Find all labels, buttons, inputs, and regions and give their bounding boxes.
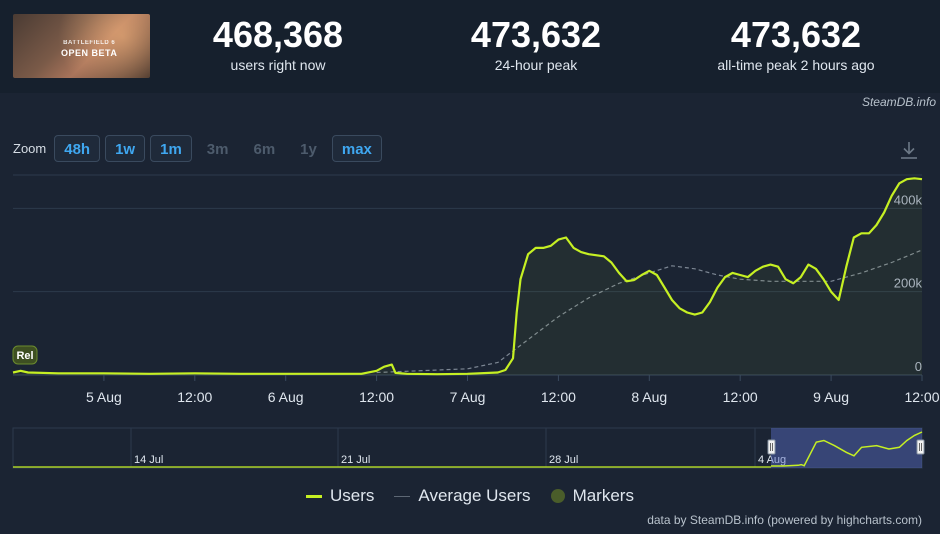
- stat-current: 468,368 users right now: [190, 14, 366, 74]
- legend-users-label: Users: [330, 486, 375, 505]
- banner-logo: BATTLEFIELD 6 OPEN BETA: [61, 38, 117, 58]
- stat-current-label: users right now: [230, 57, 326, 73]
- x-tick-label-5: 12:00: [541, 389, 576, 405]
- x-axis-labels: 5 Aug 12:00 6 Aug 12:00 7 Aug 12:00 8 Aug 12:00…: [86, 375, 940, 405]
- zoom-6m-button: 6m: [253, 140, 276, 158]
- download-icon[interactable]: [898, 139, 920, 161]
- zoom-label: Zoom: [13, 140, 47, 156]
- stat-current-value: 468,368: [212, 14, 344, 55]
- legend-average-swatch: [394, 495, 411, 497]
- stat-alltime-peak: 473,632 all-time peak 2 hours ago: [690, 14, 902, 74]
- legend-users-swatch: [306, 494, 323, 498]
- marker-label-0: Rel: [16, 350, 33, 362]
- users-area: [13, 178, 922, 375]
- banner-logo-top: BATTLEFIELD 6: [63, 40, 116, 46]
- chart-legend: Users Average Users Markers: [0, 486, 940, 506]
- legend-item-users[interactable]: Users: [306, 486, 374, 506]
- zoom-1w-button[interactable]: 1w: [105, 134, 146, 162]
- legend-average-label: Average Users: [418, 486, 531, 505]
- zoom-1m-button[interactable]: 1m: [150, 134, 192, 162]
- zoom-3m-button: 3m: [206, 140, 229, 158]
- x-tick-label-9: 12:00: [904, 389, 939, 405]
- x-tick-label-8: 9 Aug: [813, 389, 849, 405]
- y-tick-label-1: 200k: [894, 276, 923, 291]
- stat-24h-peak-value: 473,632: [470, 14, 602, 55]
- x-tick-label-2: 6 Aug: [268, 389, 304, 405]
- x-tick-label-0: 5 Aug: [86, 389, 122, 405]
- zoom-toolbar: Zoom 48h 1w 1m 3m 6m 1y max: [13, 134, 387, 162]
- navigator[interactable]: 14 Jul21 Jul28 Jul4 Aug: [12, 427, 925, 469]
- x-tick-label-6: 8 Aug: [631, 389, 667, 405]
- legend-markers-label: Markers: [572, 486, 634, 505]
- navigator-tick-2: 28 Jul: [549, 454, 578, 466]
- legend-markers-swatch: [550, 489, 565, 503]
- navigator-handle-0[interactable]: [767, 439, 776, 455]
- zoom-48h-button[interactable]: 48h: [54, 134, 101, 162]
- zoom-max-button[interactable]: max: [331, 134, 382, 162]
- legend-item-markers[interactable]: Markers: [550, 486, 634, 506]
- banner-logo-main: OPEN BETA: [61, 48, 118, 58]
- zoom-1y-button: 1y: [300, 140, 317, 158]
- markers-series[interactable]: Rel: [12, 345, 38, 365]
- x-tick-label-7: 12:00: [723, 389, 758, 405]
- chart-area: 0 200k 400k 5 Aug 12:00 6 Aug 12:00 7 Aug 12:00…: [12, 174, 940, 469]
- stat-alltime-peak-label: all-time peak 2 hours ago: [717, 57, 875, 73]
- marker-0[interactable]: Rel: [12, 345, 38, 365]
- navigator-tick-0: 14 Jul: [134, 454, 163, 466]
- users-series[interactable]: [12, 177, 923, 376]
- stat-24h-peak-label: 24-hour peak: [494, 57, 578, 73]
- navigator-tick-1: 21 Jul: [341, 454, 370, 466]
- legend-item-average-users[interactable]: Average Users: [394, 486, 531, 506]
- highcharts-credit[interactable]: data by SteamDB.info (powered by highcha…: [647, 513, 922, 527]
- navigator-handle-1[interactable]: [916, 439, 925, 455]
- steamdb-credit-link[interactable]: SteamDB.info: [862, 95, 936, 109]
- y-tick-label-2: 400k: [894, 192, 923, 207]
- x-tick-label-3: 12:00: [359, 389, 394, 405]
- x-tick-label-4: 7 Aug: [450, 389, 486, 405]
- x-tick-label-1: 12:00: [177, 389, 212, 405]
- stat-24h-peak: 473,632 24-hour peak: [446, 14, 626, 74]
- game-banner[interactable]: BATTLEFIELD 6 OPEN BETA: [13, 14, 150, 78]
- stat-alltime-peak-value: 473,632: [730, 14, 862, 55]
- y-tick-label-0: 0: [915, 359, 922, 374]
